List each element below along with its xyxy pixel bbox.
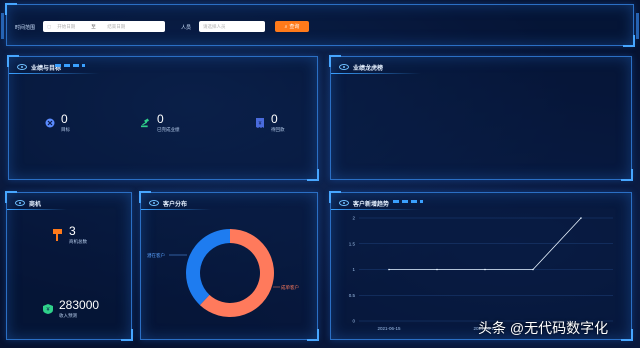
date-range-input[interactable]: ▢ 开始日期 至 结束日期 [43,21,165,32]
y-tick-label-0: 0 [352,319,355,324]
revenue-forecast-value: 283000 [59,298,100,312]
title-dash [55,64,85,67]
target-label: 目标 [61,127,70,132]
person-label: 人员 [181,25,192,31]
performance-ranking-panel: 业绩龙虎榜 [329,55,633,181]
start-date-placeholder: 开始日期 [57,23,76,29]
trend-point-4[interactable] [580,217,582,219]
calendar-icon: ▢ [47,23,52,29]
panel-title: 业绩龙虎榜 [339,61,383,73]
time-range-label: 时间范围 [15,25,36,31]
trend-point-0[interactable] [388,268,390,271]
yen-shield-icon: ¥ [43,304,53,314]
right-deco [636,13,639,39]
legend-closed-label: 成单客户 [281,284,299,291]
query-button[interactable]: ⌕ 查询 [275,21,309,32]
completed-label: 已完成业绩 [157,127,180,132]
title-underline [7,209,67,210]
opportunity-title: 商机 [29,201,42,208]
svg-text:¥: ¥ [259,121,262,127]
filter-bar: 时间范围 ▢ 开始日期 至 结束日期 人员 请选择人员 ⌕ 查询 [1,3,639,47]
search-icon: ⌕ [284,23,288,30]
person-select[interactable]: 请选择人员 [199,21,265,32]
title-underline [331,73,421,74]
range-separator: 至 [91,23,96,29]
left-deco [1,13,4,39]
y-tick-label-3: 1.5 [349,241,356,246]
x-tick-label-0: 2021-06-15 [377,326,401,331]
stat-revenue-forecast: ¥ 283000 收入预测 [43,299,99,319]
opportunity-panel: 商机 3 商机总数 ¥ 283000 收入预测 [5,191,133,341]
opportunity-count-value: 3 [69,224,76,238]
revenue-forecast-label: 收入预测 [59,313,77,318]
flag-icon [53,229,63,241]
performance-goal-panel: 业绩与目标 0 目标 0 已完成业绩 ¥ 0 待回款 [7,55,319,181]
target-value: 0 [61,112,68,126]
trend-point-1[interactable] [436,268,438,271]
y-tick-label-1: 0.5 [349,293,356,298]
customer-distribution-panel: 客户分布 潜在客户 成单客户 [139,191,319,341]
end-date-placeholder: 结束日期 [107,23,126,29]
legend-potential-label: 潜在客户 [147,252,165,259]
performance-ranking-title: 业绩龙虎榜 [353,65,384,72]
receivable-value: 0 [271,112,278,126]
stat-completed: 0 已完成业绩 [141,113,180,133]
receipt-icon: ¥ [255,118,265,128]
y-tick-label-2: 1 [352,267,355,272]
eye-icon [17,64,27,70]
query-button-label: 查询 [289,24,300,30]
trend-point-3[interactable] [532,268,534,271]
gavel-icon [141,118,151,128]
eye-icon [15,200,25,206]
y-tick-label-4: 2 [352,216,355,221]
stat-receivable: ¥ 0 待回款 [255,113,285,133]
person-placeholder: 请选择人员 [203,23,226,29]
eye-icon [339,64,349,70]
stat-target: 0 目标 [45,113,70,133]
donut-slice-1[interactable] [185,229,230,306]
trend-point-2[interactable] [484,268,486,271]
panel-title: 业绩与目标 [17,61,61,73]
stat-opportunity-count: 3 商机总数 [53,225,87,245]
title-underline [9,73,99,74]
completed-value: 0 [157,112,164,126]
customer-donut-chart: 潜在客户 成单客户 [147,229,299,317]
opportunity-count-label: 商机总数 [69,239,87,244]
watermark-text: 头条 @无代码数字化 [478,320,609,336]
target-icon [45,118,55,128]
panel-title: 商机 [15,197,41,209]
receivable-label: 待回款 [271,127,285,132]
